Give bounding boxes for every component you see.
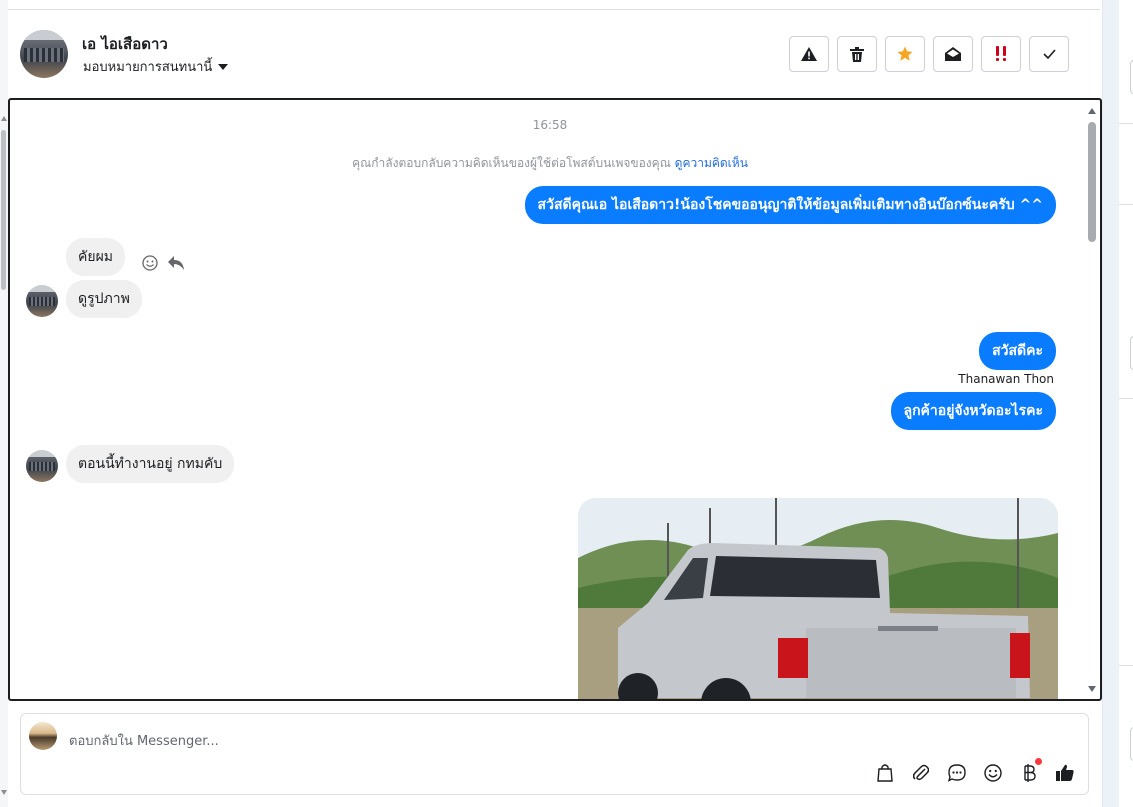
mark-unread-button[interactable] (933, 36, 973, 72)
view-comment-link[interactable]: ดูความคิดเห็น (675, 156, 748, 170)
contact-avatar-small[interactable] (26, 450, 58, 482)
notification-dot (1035, 758, 1042, 765)
right-details-panel (1102, 0, 1133, 807)
inbox-page: เอ ไอเสือดาว มอบหมายการสนทนานี้ 16:58 คุ… (0, 0, 1133, 807)
spam-button[interactable] (789, 36, 829, 72)
page-avatar (29, 722, 57, 750)
follow-up-button[interactable] (981, 36, 1021, 72)
check-icon (1042, 49, 1056, 59)
emoji-react-icon[interactable] (142, 255, 158, 271)
envelope-open-icon (945, 47, 961, 61)
delete-button[interactable] (837, 36, 877, 72)
attach-button[interactable] (910, 762, 932, 784)
divider (1119, 123, 1133, 124)
notice-text: คุณกำลังตอบกลับความคิดเห็นของผู้ใช้ต่อโพ… (352, 156, 671, 170)
warning-triangle-icon (801, 47, 817, 61)
scroll-thumb[interactable] (1, 130, 6, 290)
outgoing-message[interactable]: ลูกค้าอยู่จังหวัดอะไรคะ (890, 392, 1056, 430)
contact-name[interactable]: เอ ไอเสือดาว (82, 32, 168, 56)
scroll-up-arrow-icon[interactable] (1088, 108, 1096, 114)
saved-reply-icon (948, 764, 966, 782)
scroll-down-arrow-icon[interactable] (1088, 686, 1096, 692)
message-sender-name: Thanawan Thon (958, 372, 1054, 386)
scroll-thumb[interactable] (1088, 122, 1096, 242)
shopping-bag-button[interactable] (874, 762, 896, 784)
assign-conversation-dropdown[interactable]: มอบหมายการสนทนานี้ (83, 56, 229, 77)
composer-toolbar (874, 758, 1076, 784)
emoji-button[interactable] (982, 762, 1004, 784)
thread-scrollbar[interactable] (1087, 106, 1097, 696)
divider (1119, 204, 1133, 205)
incoming-message[interactable]: ตอนนี้ทำงานอยู่ กทมคับ (66, 445, 235, 483)
exclamation-icon (996, 46, 1006, 61)
scroll-down-arrow-icon[interactable] (1, 790, 7, 795)
message-thread[interactable]: 16:58 คุณกำลังตอบกลับความคิดเห็นของผู้ใช… (8, 98, 1102, 701)
reply-icon[interactable] (168, 256, 184, 270)
left-scrollbar[interactable] (0, 0, 8, 807)
divider (1119, 398, 1133, 399)
conversation-header: เอ ไอเสือดาว มอบหมายการสนทนานี้ (8, 10, 1100, 98)
scroll-up-arrow-icon[interactable] (1, 116, 7, 121)
divider (1119, 665, 1133, 666)
star-icon (897, 46, 913, 61)
payment-button[interactable] (1018, 758, 1042, 784)
paperclip-icon (913, 764, 929, 781)
baht-icon (1024, 764, 1036, 782)
caret-down-icon (218, 63, 229, 70)
assign-label: มอบหมายการสนทนานี้ (83, 60, 213, 75)
message-timestamp: 16:58 (532, 118, 568, 132)
message-composer: ตอบกลับใน Messenger... (20, 713, 1089, 795)
contact-avatar[interactable] (20, 30, 68, 78)
reply-input[interactable]: ตอบกลับใน Messenger... (69, 730, 219, 751)
pickup-truck-photo[interactable] (578, 498, 1058, 699)
thumbs-up-icon (1056, 764, 1074, 781)
trash-icon (850, 46, 864, 62)
conversation-actions (789, 36, 1069, 72)
panel-gutter (1103, 0, 1119, 807)
incoming-message[interactable]: คัยผม (66, 238, 125, 276)
incoming-message[interactable]: ดูรูปภาพ (66, 280, 142, 318)
star-button[interactable] (885, 36, 925, 72)
outgoing-message[interactable]: สวัสดีคะ (979, 332, 1056, 370)
outgoing-message[interactable]: สวัสดีคุณเอ ไอเสือดาว!น้องโชคขออนุญาติให… (524, 186, 1056, 224)
done-button[interactable] (1029, 36, 1069, 72)
message-actions (142, 255, 184, 271)
contact-avatar-small[interactable] (26, 285, 58, 317)
reply-context-notice: คุณกำลังตอบกลับความคิดเห็นของผู้ใช้ต่อโพ… (10, 154, 1090, 173)
like-button[interactable] (1054, 762, 1076, 784)
truck-image-icon (578, 498, 1058, 699)
emoji-icon (984, 764, 1002, 782)
shopping-bag-icon (877, 764, 893, 782)
saved-replies-button[interactable] (946, 762, 968, 784)
